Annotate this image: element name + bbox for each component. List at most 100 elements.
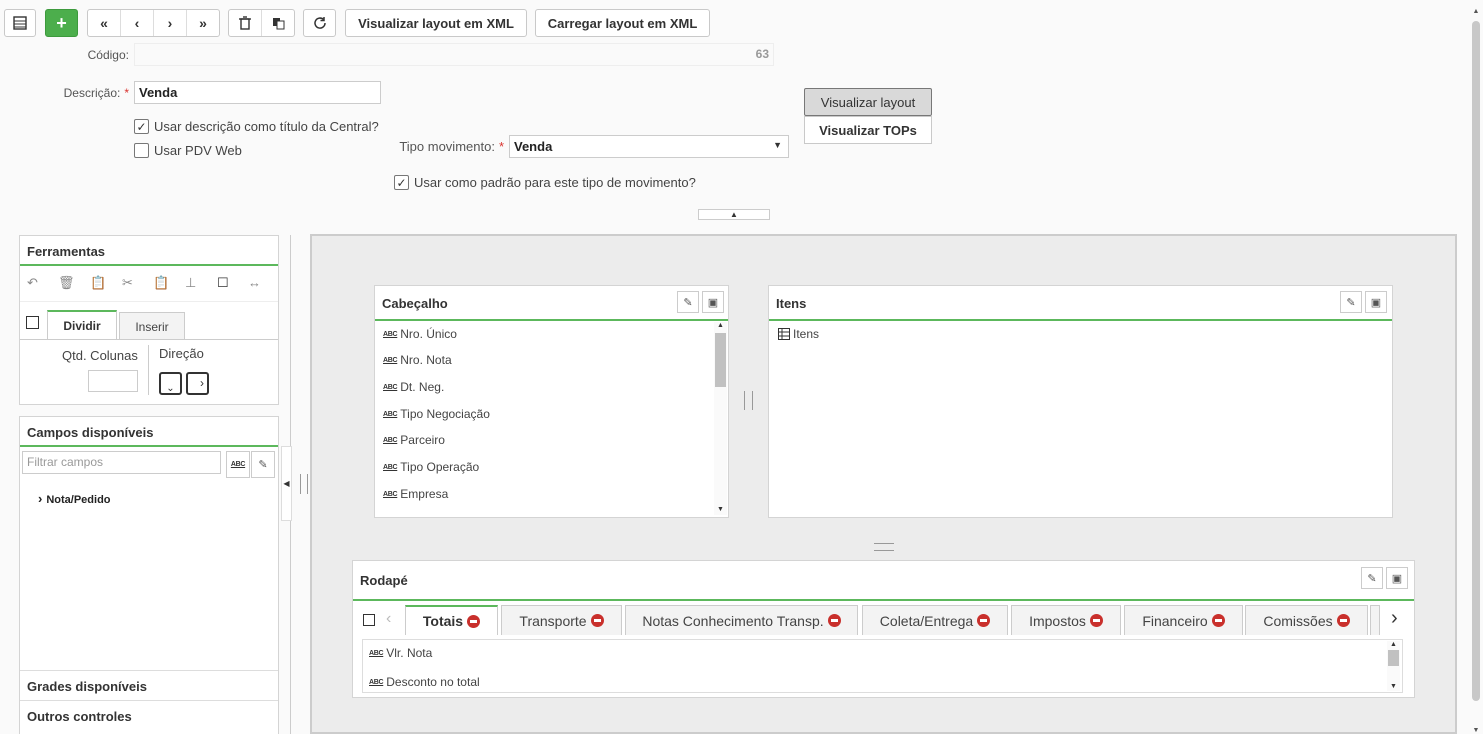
- view-tops-button[interactable]: Visualizar TOPs: [804, 116, 932, 144]
- tab-inserir[interactable]: Inserir: [119, 312, 185, 340]
- paste-special-icon[interactable]: 📋: [153, 275, 169, 291]
- canvas-divider-icon[interactable]: [300, 474, 308, 494]
- delete-icon[interactable]: 🗑: [58, 275, 75, 291]
- abc-icon: ABC: [383, 330, 398, 338]
- abc-search-icon: ABC: [383, 463, 398, 471]
- codigo-label: Código:: [87, 48, 129, 62]
- tab-financeiro[interactable]: Financeiro: [1124, 605, 1243, 635]
- rodape-title: Rodapé: [353, 561, 1414, 601]
- next-record-icon[interactable]: ›: [154, 10, 187, 36]
- last-record-icon[interactable]: »: [187, 10, 219, 36]
- edit-icon[interactable]: ✎: [1361, 567, 1383, 589]
- abc-search-icon: ABC: [383, 490, 398, 498]
- list-item[interactable]: ABC Empresa: [383, 487, 448, 501]
- copy-icon[interactable]: [363, 614, 375, 626]
- cabecalho-title: Cabeçalho: [375, 286, 728, 321]
- row-divider-icon[interactable]: [874, 543, 894, 551]
- edit-icon[interactable]: ✎: [1340, 291, 1362, 313]
- refresh-button[interactable]: [303, 9, 336, 37]
- list-item[interactable]: ABC Dt. Neg.: [383, 380, 444, 394]
- usar-descricao-checkbox[interactable]: ✓: [134, 119, 149, 134]
- stop-icon: [827, 614, 841, 627]
- scroll-thumb[interactable]: [1388, 650, 1399, 666]
- scroll-up-icon[interactable]: ▲: [1387, 641, 1400, 648]
- collapse-left-button[interactable]: ◀: [281, 446, 292, 521]
- table-icon: [778, 328, 790, 340]
- resize-icon[interactable]: ↔: [248, 275, 261, 290]
- stop-icon: [977, 614, 991, 627]
- qtd-colunas-label: Qtd. Colunas: [62, 348, 138, 363]
- abc-check-icon[interactable]: ABC: [226, 451, 250, 478]
- scrollbar[interactable]: ▲ ▼: [714, 322, 727, 515]
- view-xml-button[interactable]: Visualizar layout em XML: [345, 9, 527, 37]
- tree-item-nota-pedido[interactable]: › Nota/Pedido: [38, 491, 111, 506]
- tab-totais[interactable]: Totais: [405, 605, 498, 635]
- tab-notas-conhecimento[interactable]: Notas Conhecimento Transp.: [625, 605, 858, 635]
- tab-coleta-entrega[interactable]: Coleta/Entrega: [862, 605, 1008, 635]
- list-item[interactable]: ABC Desconto no total: [369, 675, 480, 689]
- tab-overflow[interactable]: [1370, 605, 1380, 635]
- direction-horizontal-icon[interactable]: ›: [186, 372, 209, 395]
- stop-icon: [1211, 614, 1225, 627]
- scrollbar[interactable]: ▲ ▼: [1387, 641, 1400, 691]
- usar-padrao-label: Usar como padrão para este tipo de movim…: [414, 175, 696, 190]
- undo-icon[interactable]: ↶: [27, 275, 38, 291]
- filter-fields-input[interactable]: Filtrar campos: [22, 451, 221, 474]
- list-item[interactable]: ABC Parceiro: [383, 433, 445, 447]
- tipo-movimento-label: Tipo movimento: *: [399, 139, 504, 154]
- tab-transporte[interactable]: Transporte: [501, 605, 622, 635]
- chevron-left-icon[interactable]: ‹: [386, 610, 391, 628]
- scroll-thumb[interactable]: [715, 333, 726, 387]
- scroll-up-icon[interactable]: ▲: [1469, 8, 1483, 15]
- cabecalho-panel: Cabeçalho: [374, 285, 729, 518]
- tab-impostos[interactable]: Impostos: [1011, 605, 1121, 635]
- clear-icon[interactable]: ⊥: [185, 275, 196, 291]
- usar-pdv-checkbox[interactable]: [134, 143, 149, 158]
- view-layout-button[interactable]: Visualizar layout: [804, 88, 932, 116]
- copy-icon[interactable]: [26, 316, 39, 329]
- descricao-field[interactable]: Venda: [134, 81, 381, 104]
- grid-item[interactable]: Itens: [778, 327, 819, 341]
- edit-icon[interactable]: ✎: [251, 451, 275, 478]
- window-icon[interactable]: ▣: [1386, 567, 1408, 589]
- scroll-up-icon[interactable]: ▲: [714, 322, 727, 329]
- tipo-movimento-select[interactable]: Venda ▼: [509, 135, 789, 158]
- ferramentas-title: Ferramentas: [20, 236, 278, 266]
- scroll-down-icon[interactable]: ▼: [1469, 727, 1483, 734]
- previous-record-icon[interactable]: ‹: [121, 10, 154, 36]
- list-item[interactable]: ABC Tipo Operação: [383, 460, 479, 474]
- grades-section[interactable]: Grades disponíveis: [20, 670, 278, 700]
- column-divider-icon[interactable]: [744, 391, 753, 410]
- outros-section[interactable]: Outros controles: [20, 700, 278, 734]
- frame-icon[interactable]: ☐: [217, 275, 229, 291]
- paste-icon[interactable]: 📋: [90, 275, 106, 291]
- descricao-label: Descrição: *: [63, 86, 129, 100]
- tab-dividir[interactable]: Dividir: [47, 310, 117, 340]
- first-record-icon[interactable]: «: [88, 10, 121, 36]
- qtd-colunas-field[interactable]: [88, 370, 138, 392]
- load-xml-button[interactable]: Carregar layout em XML: [535, 9, 710, 37]
- scroll-thumb[interactable]: [1472, 21, 1480, 701]
- list-item[interactable]: ABC Tipo Negociação: [383, 407, 490, 421]
- usar-padrao-checkbox[interactable]: ✓: [394, 175, 409, 190]
- tab-comissoes[interactable]: Comissões: [1245, 605, 1368, 635]
- trash-icon[interactable]: [229, 10, 262, 36]
- window-icon[interactable]: ▣: [702, 291, 724, 313]
- navigation-group: « ‹ › »: [87, 9, 220, 37]
- scroll-down-icon[interactable]: ▼: [1387, 683, 1400, 690]
- direction-vertical-icon[interactable]: ⌄: [159, 372, 182, 395]
- list-item[interactable]: ABC Nro. Único: [383, 327, 457, 341]
- chevron-right-icon[interactable]: ›: [1391, 607, 1398, 630]
- collapse-form-button[interactable]: ▲: [698, 209, 770, 220]
- page-scrollbar[interactable]: ▲ ▼: [1469, 8, 1483, 734]
- grid-view-button[interactable]: [4, 9, 36, 37]
- cut-icon[interactable]: ✂: [122, 275, 133, 291]
- scroll-down-icon[interactable]: ▼: [714, 506, 727, 513]
- edit-icon[interactable]: ✎: [677, 291, 699, 313]
- codigo-field[interactable]: 63: [134, 43, 774, 66]
- window-icon[interactable]: ▣: [1365, 291, 1387, 313]
- list-item[interactable]: ABC Vlr. Nota: [369, 646, 432, 660]
- add-button[interactable]: +: [45, 9, 78, 37]
- copy-icon[interactable]: [262, 10, 294, 36]
- list-item[interactable]: ABC Nro. Nota: [383, 353, 452, 367]
